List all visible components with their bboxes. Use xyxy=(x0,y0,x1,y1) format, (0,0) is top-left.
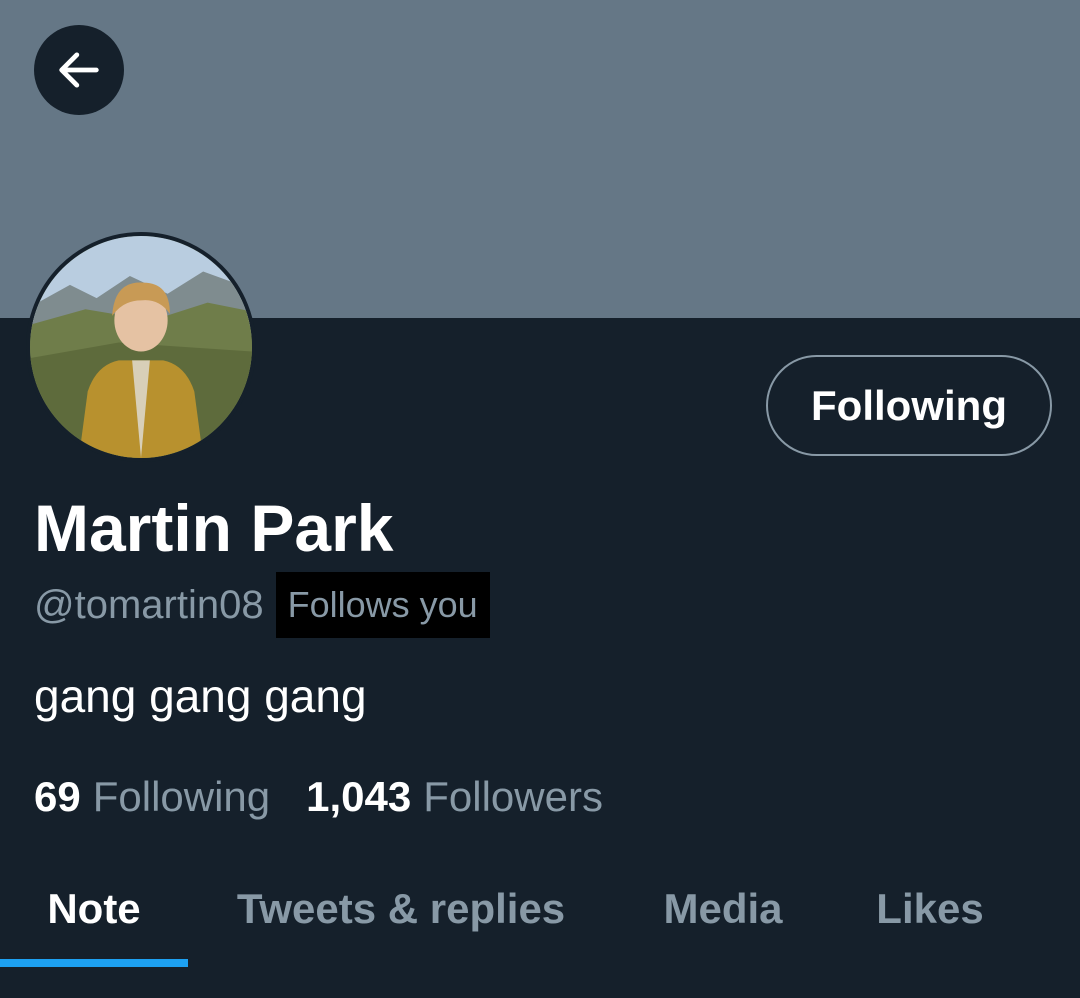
profile-page: Following Martin Park @tomartin08 Follow… xyxy=(0,0,1080,998)
tab-likes[interactable]: Likes xyxy=(836,850,1024,968)
follows-you-badge: Follows you xyxy=(275,572,490,638)
tab-tweets-and-replies[interactable]: Tweets & replies xyxy=(200,850,602,968)
followers-stat[interactable]: 1,043 Followers xyxy=(306,773,603,821)
back-button[interactable] xyxy=(34,25,124,115)
tab-note[interactable]: Note xyxy=(0,850,188,968)
display-name: Martin Park xyxy=(34,491,394,565)
following-stat[interactable]: 69 Following xyxy=(34,773,270,821)
following-label: Following xyxy=(92,773,271,820)
following-count: 69 xyxy=(34,773,81,820)
content-area xyxy=(0,968,1080,998)
arrow-left-icon xyxy=(59,52,99,88)
user-handle: @tomartin08 xyxy=(34,582,264,627)
avatar[interactable] xyxy=(26,232,256,462)
profile-tabs: Note Tweets & replies Media Likes xyxy=(0,850,1080,968)
profile-bio: gang gang gang xyxy=(34,670,367,722)
followers-count: 1,043 xyxy=(306,773,412,820)
avatar-photo xyxy=(30,236,252,458)
active-tab-indicator xyxy=(0,959,188,967)
following-button[interactable]: Following xyxy=(766,355,1052,456)
handle-row: @tomartin08 Follows you xyxy=(34,572,490,638)
tab-media[interactable]: Media xyxy=(630,850,816,968)
profile-stats: 69 Following 1,043 Followers xyxy=(34,768,603,826)
followers-label: Followers xyxy=(423,773,603,820)
